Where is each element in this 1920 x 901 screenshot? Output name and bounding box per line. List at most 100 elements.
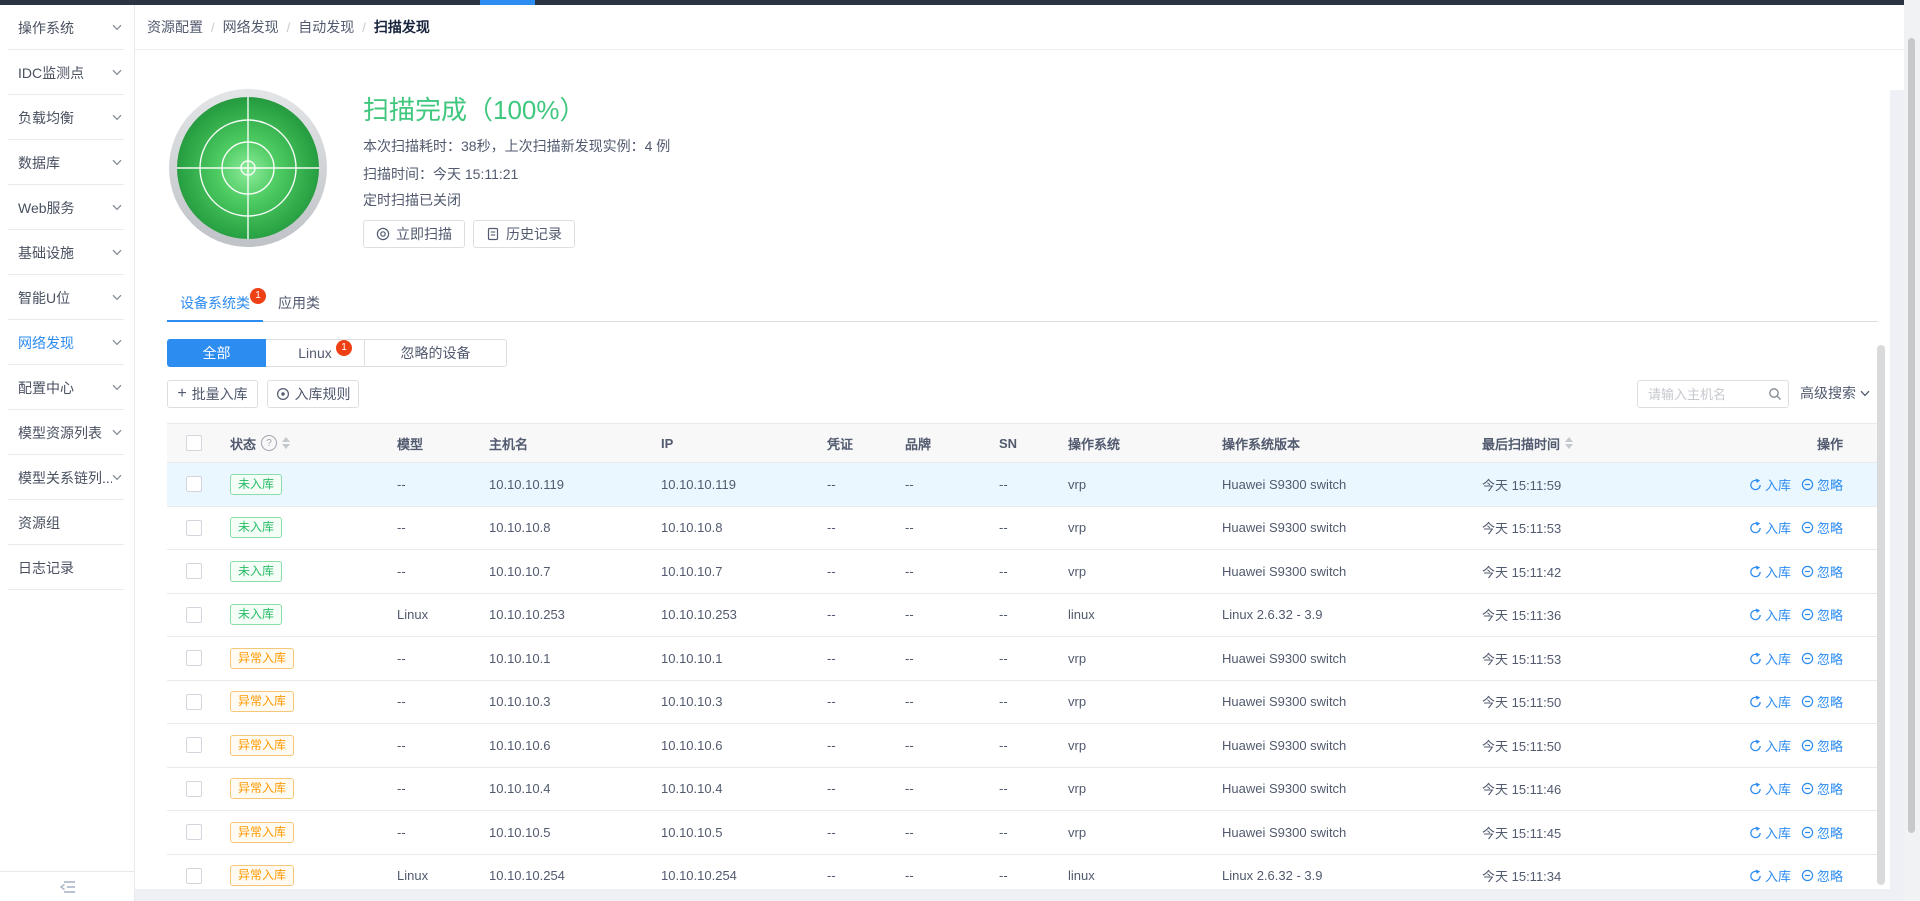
row-checkbox[interactable] [186,824,202,841]
hostname-search [1637,380,1789,408]
search-input[interactable] [1637,380,1789,408]
ingest-link[interactable]: 入库 [1750,475,1791,494]
ignore-label: 忽略 [1816,738,1843,754]
browser-progress-strip [0,0,1920,5]
sidebar-item[interactable]: 负载均衡 [0,95,134,140]
breadcrumb-current: 扫描发现 [373,19,430,35]
sidebar-item[interactable]: 模型资源列表 [0,410,134,455]
sidebar-item[interactable]: IDC监测点 [0,50,134,95]
sidebar-item[interactable]: 日志记录 [0,545,134,590]
row-checkbox[interactable] [186,519,202,536]
ingest-icon [1750,521,1761,534]
ingest-label: 入库 [1764,782,1791,798]
sidebar-item[interactable]: 智能U位 [0,275,134,320]
ignore-icon [1801,609,1814,621]
page-margin [135,889,1904,901]
cell-credential: -- [827,737,836,753]
ingest-link[interactable]: 入库 [1750,605,1791,624]
ingest-label: 入库 [1764,564,1791,580]
page-scrollbar[interactable] [1904,0,1920,901]
sidebar-item[interactable]: Web服务 [0,185,134,230]
status-badge: 未入库 [230,473,283,495]
ingest-link[interactable]: 入库 [1750,518,1791,537]
row-checkbox[interactable] [186,737,202,754]
sidebar-item-label: 配置中心 [18,379,74,396]
ingest-link[interactable]: 入库 [1750,823,1791,842]
batch-ingest-button[interactable]: + 批量入库 [167,380,258,408]
scan-time-text: 扫描时间：今天 15:11:21 [363,166,519,182]
status-help-icon[interactable]: ? [261,435,278,451]
ignore-link[interactable]: 忽略 [1801,605,1843,624]
status-sorter[interactable] [282,437,291,449]
breadcrumb: 资源配置 / 网络发现 / 自动发现 / 扫描发现 [135,5,1920,50]
table-row: 异常入库 -- 10.10.10.1 10.10.10.1 -- -- -- vrp Huawe… [167,637,1878,681]
ingest-link[interactable]: 入库 [1750,692,1791,711]
row-checkbox[interactable] [186,780,202,797]
cell-credential: -- [827,520,836,536]
row-checkbox[interactable] [186,867,202,884]
sidebar-item[interactable]: 基础设施 [0,230,134,275]
ignore-link[interactable]: 忽略 [1801,475,1843,494]
sidebar-item-label: 资源组 [18,514,60,531]
ingest-link[interactable]: 入库 [1750,866,1791,885]
history-button[interactable]: 历史记录 [473,220,575,248]
ignore-link[interactable]: 忽略 [1801,779,1843,798]
sidebar-item[interactable]: 操作系统 [0,5,134,50]
filter-ignored-devices[interactable]: 忽略的设备 [364,339,507,367]
tab-device-system[interactable]: 设备系统类 [180,290,250,321]
row-checkbox[interactable] [186,650,202,667]
header-os-version: 操作系统版本 [1222,436,1301,452]
ingest-icon [1750,826,1761,839]
ignore-link[interactable]: 忽略 [1801,823,1843,842]
ignore-link[interactable]: 忽略 [1801,649,1843,668]
sidebar-item[interactable]: 模型关系链列... [0,455,134,500]
row-checkbox[interactable] [186,693,202,710]
cell-ip: 10.10.10.254 [661,868,737,884]
ingest-icon [1750,869,1761,882]
ignore-link[interactable]: 忽略 [1801,866,1843,885]
search-icon[interactable] [1768,387,1782,401]
ingest-link[interactable]: 入库 [1750,779,1791,798]
row-checkbox[interactable] [186,476,202,493]
cell-model: -- [397,824,406,840]
scan-now-button[interactable]: 立即扫描 [363,220,465,248]
row-checkbox[interactable] [186,606,202,623]
cell-os_version: Huawei S9300 switch [1222,650,1347,666]
ingest-link[interactable]: 入库 [1750,736,1791,755]
sidebar-item-label: 网络发现 [18,334,74,351]
page-scrollbar-thumb[interactable] [1908,38,1915,833]
ignore-label: 忽略 [1816,695,1843,711]
sidebar-item[interactable]: 数据库 [0,140,134,185]
cell-os_version: Huawei S9300 switch [1222,520,1347,536]
ingest-rule-button[interactable]: 入库规则 [267,380,359,408]
sidebar-collapse-button[interactable] [0,871,134,901]
advanced-search-toggle[interactable]: 高级搜索 [1800,383,1870,403]
breadcrumb-item[interactable]: 资源配置 [147,17,203,37]
breadcrumb-item[interactable]: 自动发现 [298,17,354,37]
ingest-label: 入库 [1764,477,1791,493]
last-scan-sorter[interactable] [1565,437,1574,449]
ignore-link[interactable]: 忽略 [1801,692,1843,711]
ingest-link[interactable]: 入库 [1750,562,1791,581]
ignore-link[interactable]: 忽略 [1801,562,1843,581]
header-model: 模型 [397,436,424,452]
sidebar-item[interactable]: 资源组 [0,500,134,545]
ingest-icon [1750,695,1761,708]
cell-brand: -- [905,476,914,492]
scan-status-title: 扫描完成（100%） [363,95,586,125]
sidebar-item-label: 负载均衡 [18,109,74,126]
active-tab-underline [167,320,263,322]
ignore-link[interactable]: 忽略 [1801,736,1843,755]
cell-last_scan: 今天 15:11:50 [1482,695,1562,711]
ingest-icon [1750,652,1761,665]
select-all-checkbox[interactable] [186,435,202,451]
row-checkbox[interactable] [186,563,202,580]
table-scrollbar-thumb[interactable] [1877,345,1885,885]
sidebar-item[interactable]: 配置中心 [0,365,134,410]
ignore-link[interactable]: 忽略 [1801,518,1843,537]
tab-application[interactable]: 应用类 [278,290,320,321]
breadcrumb-item[interactable]: 网络发现 [223,17,279,37]
sidebar-item[interactable]: 网络发现 [0,320,134,365]
ingest-link[interactable]: 入库 [1750,649,1791,668]
filter-all[interactable]: 全部 [167,339,266,367]
